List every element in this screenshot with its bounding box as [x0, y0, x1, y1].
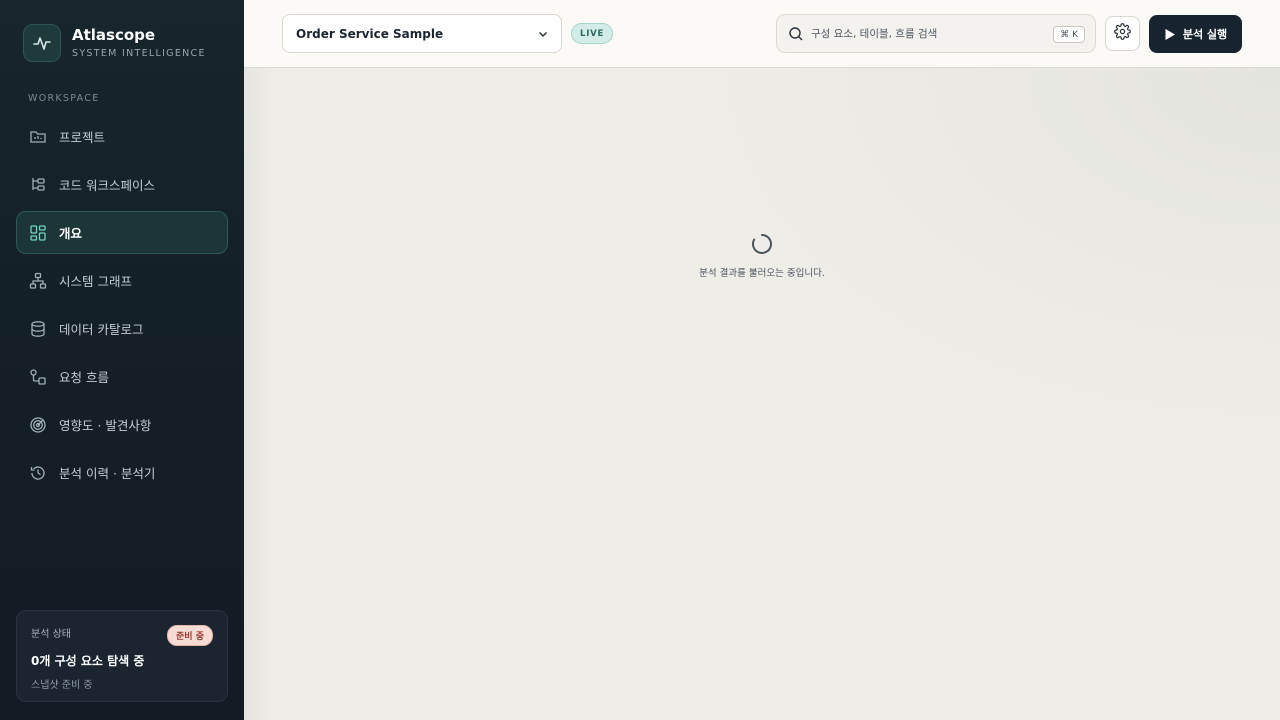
sidebar-item-label: 프로젝트 — [59, 130, 106, 145]
play-icon — [1164, 28, 1176, 41]
status-badge: 준비 중 — [167, 625, 213, 646]
folder-icon — [29, 128, 47, 146]
sidebar-item-label: 분석 이력 · 분석기 — [59, 466, 156, 481]
shortcut-hint: ⌘ K — [1053, 26, 1085, 43]
analysis-status-card: 분석 상태 준비 중 0개 구성 요소 탐색 중 스냅샷 준비 중 — [16, 610, 228, 702]
tree-icon — [29, 176, 47, 194]
chevron-down-icon — [537, 28, 549, 43]
database-icon — [29, 320, 47, 338]
status-sub: 스냅샷 준비 중 — [31, 680, 93, 691]
sidebar-item-system-graph[interactable]: 시스템 그래프 — [16, 259, 228, 302]
main-content: 분석 결과를 불러오는 중입니다. — [244, 68, 1280, 720]
search-icon — [788, 26, 804, 46]
search-box[interactable]: ⌘ K — [776, 14, 1096, 53]
project-select-value: Order Service Sample — [296, 26, 444, 41]
flow-icon — [29, 368, 47, 386]
pulse-icon — [23, 24, 61, 62]
sidebar-item-data-catalog[interactable]: 데이터 카탈로그 — [16, 307, 228, 350]
search-input[interactable] — [811, 27, 1041, 40]
brand[interactable]: Atlascope SYSTEM INTELLIGENCE — [23, 24, 206, 62]
brand-subtitle: SYSTEM INTELLIGENCE — [72, 48, 206, 59]
sidebar-item-label: 코드 워크스페이스 — [59, 178, 155, 193]
history-icon — [29, 464, 47, 482]
sidebar-item-label: 시스템 그래프 — [59, 274, 132, 289]
graph-icon — [29, 272, 47, 290]
sidebar-item-projects[interactable]: 프로젝트 — [16, 115, 228, 158]
sidebar-nav: 프로젝트 코드 워크스페이스 개요 시스템 그래프 데이터 카탈로그 요청 흐름… — [16, 115, 228, 499]
project-select[interactable]: Order Service Sample — [282, 14, 562, 53]
sidebar-item-label: 개요 — [59, 226, 83, 241]
sidebar: Atlascope SYSTEM INTELLIGENCE WORKSPACE … — [0, 0, 244, 720]
sidebar-item-overview[interactable]: 개요 — [16, 211, 228, 254]
section-label: WORKSPACE — [28, 93, 100, 104]
brand-name: Atlascope — [72, 26, 156, 44]
sidebar-item-impact-findings[interactable]: 영향도 · 발견사항 — [16, 403, 228, 446]
status-main: 0개 구성 요소 탐색 중 — [31, 654, 145, 668]
run-analysis-button[interactable]: 분석 실행 — [1149, 15, 1242, 53]
radar-icon — [29, 416, 47, 434]
settings-button[interactable] — [1105, 16, 1140, 51]
gear-icon — [1114, 23, 1131, 44]
run-analysis-label: 분석 실행 — [1182, 28, 1228, 41]
loading-spinner-icon — [751, 233, 773, 259]
sidebar-item-label: 데이터 카탈로그 — [59, 322, 144, 337]
sidebar-item-label: 요청 흐름 — [59, 370, 109, 385]
sidebar-item-request-flow[interactable]: 요청 흐름 — [16, 355, 228, 398]
live-badge: LIVE — [571, 23, 614, 44]
top-bar: Order Service Sample LIVE ⌘ K 분석 실행 — [244, 0, 1280, 68]
sidebar-item-label: 영향도 · 발견사항 — [59, 418, 152, 433]
sidebar-item-code-workspace[interactable]: 코드 워크스페이스 — [16, 163, 228, 206]
loading-message: 분석 결과를 불러오는 중입니다. — [699, 268, 825, 279]
grid-icon — [29, 224, 47, 242]
sidebar-item-history[interactable]: 분석 이력 · 분석기 — [16, 451, 228, 494]
